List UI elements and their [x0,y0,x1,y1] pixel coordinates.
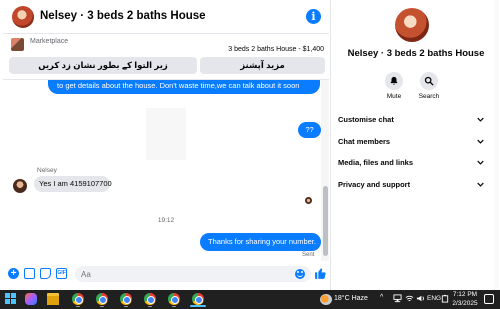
taskbar: 18°C Haze ^ ENG 7:12 PM 2/3/2025 [0,290,500,309]
conversation-avatar[interactable] [12,6,34,28]
clock-time[interactable]: 7:12 PM [451,291,479,298]
chat-header: Nelsey · 3 beds 2 baths House i [3,0,329,34]
file-explorer-icon[interactable] [47,293,59,305]
notification-icon[interactable] [484,294,494,304]
chat-title[interactable]: Nelsey · 3 beds 2 baths House [40,10,206,22]
section-label: Chat members [338,137,391,146]
running-app-indicator [124,306,128,307]
privacy-support-section[interactable]: Privacy and support [331,175,500,195]
photo-icon[interactable] [24,268,35,279]
customise-chat-section[interactable]: Customise chat [331,110,500,130]
section-label: Media, files and links [338,158,414,167]
details-avatar[interactable] [395,8,429,42]
running-app-indicator [100,306,104,307]
chevron-down-icon [477,160,484,165]
copilot-icon[interactable] [25,293,37,305]
chevron-down-icon [477,139,484,144]
running-app-indicator [148,306,152,307]
info-icon[interactable]: i [306,9,321,24]
battery-icon[interactable] [441,294,449,303]
windows-start-icon[interactable] [5,293,17,305]
read-receipt-avatar [305,197,312,204]
message-input[interactable] [75,266,311,282]
more-options-button[interactable]: مزید آپشنز [200,57,325,74]
chrome-icon[interactable] [96,293,108,305]
message-timestamp: 19:12 [157,217,175,224]
sender-name: Nelsey [37,167,57,174]
chevron-up-icon[interactable]: ^ [380,294,383,301]
listing-title[interactable]: 3 beds 2 baths House - $1,400 [228,46,324,53]
chevron-down-icon [477,182,484,187]
search-label: Search [418,93,440,100]
section-label: Privacy and support [338,180,411,189]
chrome-icon[interactable] [144,293,156,305]
volume-icon[interactable] [416,294,425,303]
chrome-icon[interactable] [192,293,204,305]
search-icon [424,76,434,86]
outgoing-message[interactable]: Thanks for sharing your number. [200,233,321,251]
chrome-icon[interactable] [120,293,132,305]
conversation-details-pane: Nelsey · 3 beds 2 baths House Mute Searc… [330,0,500,290]
sticker-icon[interactable] [40,268,51,279]
outgoing-message[interactable]: to get details about the house. Don't wa… [48,80,320,94]
marketplace-label: Marketplace [30,38,69,45]
outgoing-message[interactable]: ?? [298,122,321,138]
messenger-window: Nelsey · 3 beds 2 baths House i Marketpl… [0,0,500,290]
language-indicator[interactable]: ENG [427,295,441,302]
scrollbar-thumb[interactable] [323,186,328,256]
thumbs-up-icon[interactable] [314,267,327,280]
details-scrollbar[interactable] [494,0,499,290]
chat-members-section[interactable]: Chat members [331,132,500,152]
emoji-icon[interactable] [295,269,305,279]
message-list[interactable]: to get details about the house. Don't wa… [3,80,329,261]
incoming-message[interactable]: Yes I am 4159107700 [34,176,112,192]
bell-icon [390,76,398,85]
search-button[interactable] [420,72,438,90]
image-placeholder [146,108,186,160]
details-title: Nelsey · 3 beds 2 baths House [347,48,485,59]
running-app-indicator [172,306,176,307]
mute-button[interactable] [385,72,403,90]
composer: + GIF [3,263,329,285]
chat-pane: Nelsey · 3 beds 2 baths House i Marketpl… [3,0,329,290]
chrome-icon[interactable] [72,293,84,305]
marketplace-banner: Marketplace 3 beds 2 baths House - $1,40… [3,34,329,80]
weather-icon[interactable] [320,294,332,305]
active-app-indicator [190,305,206,307]
mute-label: Mute [386,93,402,100]
sender-avatar[interactable] [13,179,27,193]
running-app-indicator [76,306,80,307]
mark-pending-button[interactable]: زیر التوا کے بطور نشان زد کریں [9,57,197,74]
chevron-down-icon [477,117,484,122]
weather-text[interactable]: 18°C Haze [334,295,368,302]
section-label: Customise chat [338,115,394,124]
gif-icon[interactable]: GIF [56,268,67,279]
listing-thumbnail[interactable] [11,38,24,51]
clock-date[interactable]: 2/3/2025 [451,300,479,307]
chrome-icon[interactable] [168,293,180,305]
wifi-icon[interactable] [405,294,414,303]
network-icon[interactable] [393,294,402,303]
message-status: Sent [302,252,315,258]
plus-icon[interactable]: + [8,268,19,279]
media-files-links-section[interactable]: Media, files and links [331,153,500,173]
